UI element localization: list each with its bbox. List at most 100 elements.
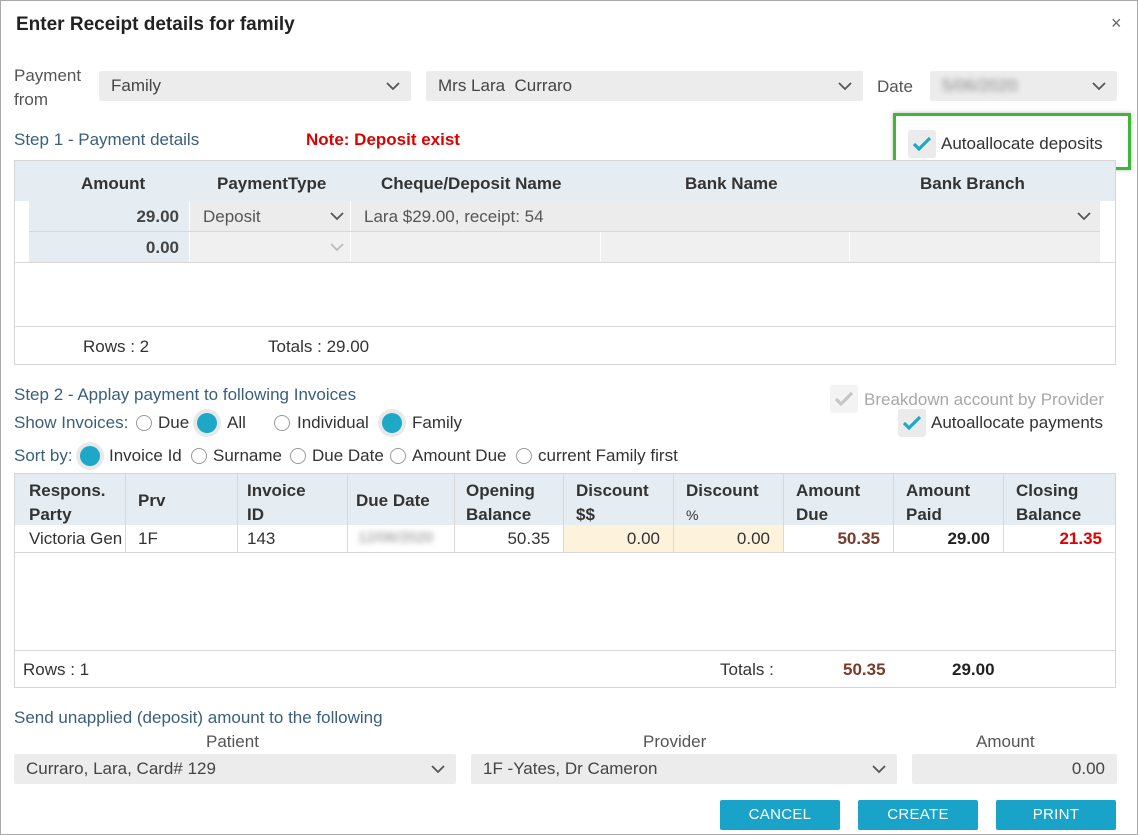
print-button[interactable]: PRINT — [996, 800, 1116, 830]
amount-value: 29.00 — [136, 207, 179, 226]
radio-due-label: Due — [158, 413, 190, 432]
chevron-down-icon — [1091, 71, 1107, 101]
col-discount-percent: Discount% — [686, 481, 759, 523]
step1-rows-count: Rows : 2 — [83, 337, 150, 356]
show-invoices-label: Show Invoices: — [14, 413, 129, 432]
breakdown-label: Breakdown account by Provider — [864, 390, 1105, 409]
bank-name-cell[interactable] — [601, 232, 849, 262]
payment-type-select[interactable] — [190, 232, 350, 262]
date-label: Date — [877, 77, 913, 96]
sort-invoice-id-radio[interactable] — [80, 446, 100, 466]
opening-balance-cell: 50.35 — [507, 529, 550, 548]
total-amount-due: 50.35 — [843, 660, 886, 679]
check-icon — [834, 391, 854, 407]
col-cheque-name: Cheque/Deposit Name — [381, 174, 562, 193]
table-row[interactable]: Victoria Gen 1F 143 12/06/2020 50.35 0.0… — [15, 525, 1115, 552]
amount-cell[interactable]: 0.00 — [29, 232, 189, 262]
invoices-grid: Respons. Party Prv Invoice ID Due Date Ope… — [14, 473, 1116, 688]
bank-branch-cell[interactable] — [850, 232, 1100, 262]
sort-surname-label: Surname — [213, 446, 282, 465]
col-bank-name: Bank Name — [685, 174, 778, 193]
col-due-date: Due Date — [356, 491, 430, 510]
col-amount-paid: Amount Paid — [906, 481, 971, 524]
sort-surname-radio[interactable] — [191, 448, 207, 464]
payment-from-label-1: Payment — [14, 66, 82, 85]
sort-by-label: Sort by: — [14, 446, 73, 465]
amount-label: Amount — [976, 732, 1035, 751]
sort-family-first-radio[interactable] — [516, 448, 532, 464]
payment-type-value: Deposit — [203, 207, 261, 226]
sort-invoice-id-label: Invoice Id — [109, 446, 182, 465]
step1-title: Step 1 - Payment details — [14, 130, 200, 149]
chevron-down-icon — [385, 71, 401, 101]
payment-from-select[interactable]: Family — [99, 71, 411, 101]
radio-due[interactable] — [136, 415, 152, 431]
chevron-down-icon — [430, 754, 446, 784]
prv-cell: 1F — [138, 529, 158, 548]
total-amount-paid: 29.00 — [952, 660, 995, 679]
cancel-button[interactable]: CANCEL — [720, 800, 840, 830]
unapplied-title: Send unapplied (deposit) amount to the f… — [14, 708, 383, 727]
amount-value: 0.00 — [145, 238, 179, 257]
create-button[interactable]: CREATE — [858, 800, 978, 830]
payment-from-label-2: from — [14, 90, 48, 109]
autoallocate-deposits-checkbox[interactable] — [908, 130, 936, 158]
col-bank-branch: Bank Branch — [920, 174, 1025, 193]
radio-individual[interactable] — [274, 415, 290, 431]
amount-paid-cell[interactable]: 29.00 — [894, 525, 1003, 552]
sort-due-date-radio[interactable] — [290, 448, 306, 464]
due-date-cell: 12/06/2020 — [358, 529, 434, 546]
check-icon — [912, 136, 932, 152]
radio-all[interactable] — [197, 413, 217, 433]
payment-from-value: Family — [111, 76, 162, 95]
row-divider — [15, 262, 1115, 263]
patient-select[interactable]: Curraro, Lara, Card# 129 — [14, 754, 456, 784]
deposit-name-select[interactable]: Lara $29.00, receipt: 54 — [351, 201, 1100, 231]
amount-input-value: 0.00 — [1071, 759, 1105, 778]
radio-individual-label: Individual — [297, 413, 369, 432]
col-amount: Amount — [81, 174, 146, 193]
step2-totals-label: Totals : — [720, 660, 774, 679]
autoallocate-deposits-label: Autoallocate deposits — [941, 134, 1103, 153]
radio-all-label: All — [227, 413, 246, 432]
autoallocate-payments-label: Autoallocate payments — [931, 413, 1103, 432]
provider-label: Provider — [643, 732, 707, 751]
deposit-name-cell[interactable] — [351, 232, 600, 262]
dialog-title: Enter Receipt details for family — [16, 14, 295, 35]
date-select[interactable]: 5/06/2020 — [930, 71, 1117, 101]
step2-rows-count: Rows : 1 — [23, 660, 90, 679]
amount-cell[interactable]: 29.00 — [29, 201, 189, 231]
breakdown-checkbox[interactable] — [830, 385, 858, 413]
family-member-select[interactable]: Mrs Lara Curraro — [426, 71, 863, 101]
radio-family[interactable] — [382, 413, 402, 433]
sort-family-first-label: current Family first — [538, 446, 678, 465]
family-member-value: Mrs Lara Curraro — [438, 76, 573, 95]
chevron-down-icon — [329, 201, 345, 231]
autoallocate-payments-checkbox[interactable] — [898, 409, 926, 437]
sort-due-date-label: Due Date — [312, 446, 384, 465]
deposit-name-value: Lara $29.00, receipt: 54 — [364, 207, 544, 226]
col-discount-amount: Discount $$ — [576, 481, 649, 524]
discount-amount-cell[interactable]: 0.00 — [564, 525, 673, 552]
payment-details-grid: Amount PaymentType Cheque/Deposit Name B… — [14, 160, 1116, 365]
step1-totals: Totals : 29.00 — [268, 337, 370, 356]
amount-input[interactable]: 0.00 — [912, 754, 1117, 784]
chevron-down-icon — [1076, 201, 1092, 231]
payment-type-select[interactable]: Deposit — [190, 201, 350, 231]
chevron-down-icon — [329, 232, 345, 262]
sort-amount-due-label: Amount Due — [412, 446, 507, 465]
check-icon — [902, 415, 922, 431]
receipt-dialog: Enter Receipt details for family × Payme… — [0, 0, 1138, 835]
footer-divider — [15, 650, 1115, 651]
amount-due-cell: 50.35 — [837, 529, 880, 548]
provider-value: 1F -Yates, Dr Cameron — [483, 759, 658, 778]
provider-select[interactable]: 1F -Yates, Dr Cameron — [471, 754, 897, 784]
col-respons-party: Respons. Party — [29, 481, 106, 524]
col-payment-type: PaymentType — [217, 174, 327, 193]
discount-percent-cell[interactable]: 0.00 — [674, 525, 783, 552]
col-prv: Prv — [138, 491, 166, 510]
chevron-down-icon — [871, 754, 887, 784]
sort-amount-due-radio[interactable] — [390, 448, 406, 464]
step2-title: Step 2 - Applay payment to following Inv… — [14, 385, 357, 404]
close-icon[interactable]: × — [1111, 13, 1122, 34]
